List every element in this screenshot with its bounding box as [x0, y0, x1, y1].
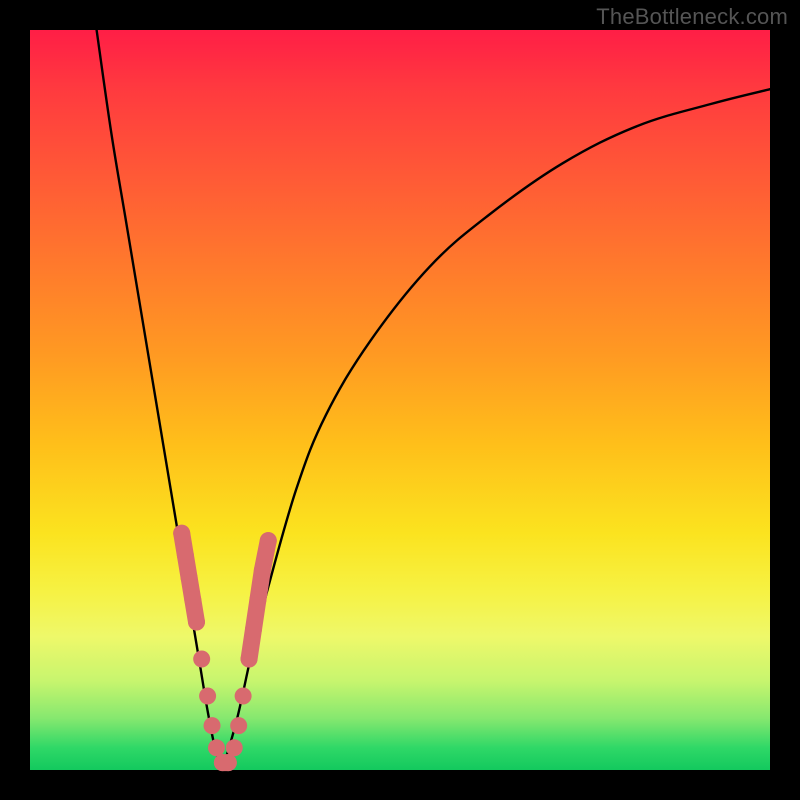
marker-dot — [220, 754, 237, 771]
chart-svg — [30, 30, 770, 770]
chart-frame: TheBottleneck.com — [0, 0, 800, 800]
marker-dot — [254, 562, 271, 579]
marker-dot — [245, 621, 262, 638]
marker-dot — [226, 739, 243, 756]
marker-dot — [241, 651, 258, 668]
marker-dot — [230, 717, 247, 734]
marker-dot — [181, 569, 198, 586]
marker-dot — [204, 717, 221, 734]
marker-dot — [193, 651, 210, 668]
curve-right-branch — [222, 89, 770, 770]
marker-dot — [260, 532, 277, 549]
marker-dot — [235, 688, 252, 705]
marker-dot — [173, 525, 190, 542]
marker-layer — [173, 525, 277, 771]
marker-dot — [199, 688, 216, 705]
marker-dot — [184, 591, 201, 608]
marker-dot — [208, 739, 225, 756]
marker-dot — [188, 614, 205, 631]
marker-dot — [249, 591, 266, 608]
marker-dot — [177, 547, 194, 564]
watermark: TheBottleneck.com — [596, 4, 788, 30]
